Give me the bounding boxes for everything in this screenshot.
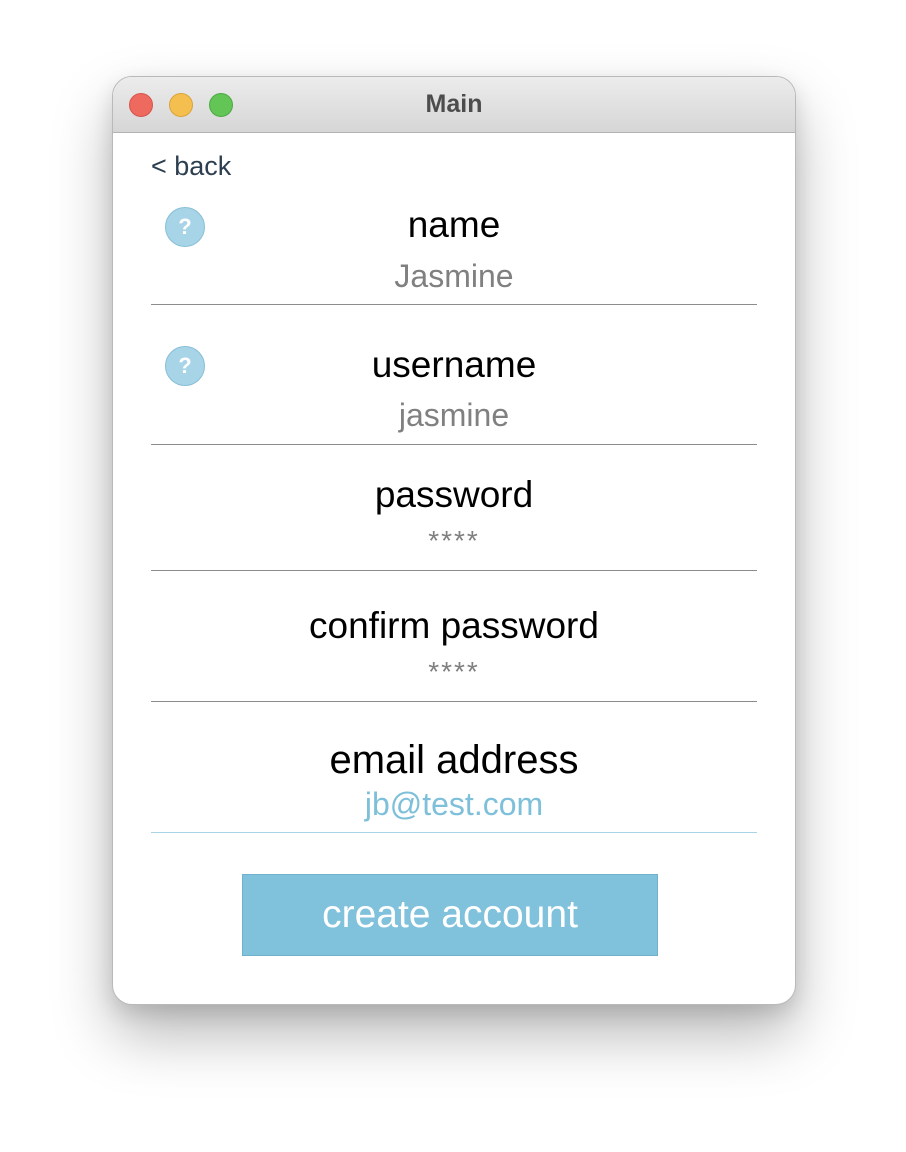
password-field[interactable]: **** — [113, 525, 795, 557]
email-field[interactable]: jb@test.com — [113, 786, 795, 823]
email-divider — [151, 832, 757, 833]
email-label: email address — [329, 738, 579, 782]
password-divider — [151, 570, 757, 571]
name-label: name — [407, 204, 501, 245]
confirm-password-field[interactable]: **** — [113, 656, 795, 688]
confirm-password-divider — [151, 701, 757, 702]
back-link[interactable]: < back — [151, 151, 231, 182]
username-label: username — [371, 344, 537, 385]
password-label: password — [374, 474, 534, 515]
confirm-password-label: confirm password — [309, 605, 599, 646]
title-bar[interactable]: Main — [113, 77, 795, 133]
name-field[interactable]: Jasmine — [113, 258, 795, 295]
username-field[interactable]: jasmine — [113, 397, 795, 434]
main-window: Main < back ? name Jasmine ? username ja… — [112, 76, 796, 1005]
name-divider — [151, 304, 757, 305]
create-account-button[interactable]: create account — [242, 874, 658, 956]
username-divider — [151, 444, 757, 445]
window-title: Main — [425, 90, 483, 118]
